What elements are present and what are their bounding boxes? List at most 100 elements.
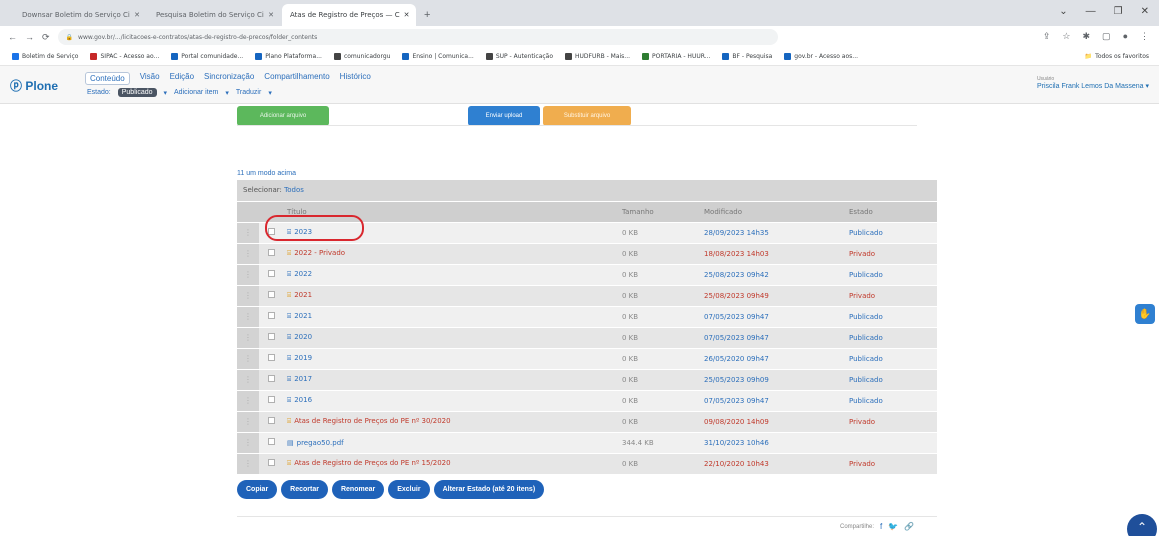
row-checkbox[interactable] [267, 354, 275, 361]
drag-handle-icon[interactable]: ⋮ [237, 390, 259, 412]
plone-menu-item[interactable]: Conteúdo [85, 72, 130, 85]
item-title-link[interactable]: 2016 [294, 396, 312, 404]
bulk-action-button[interactable]: Alterar Estado (até 20 itens) [433, 480, 545, 499]
sidebar-icon[interactable]: ▢ [1102, 31, 1111, 42]
up-one-level-link[interactable]: 11 um modo acima [237, 170, 296, 177]
header-state[interactable]: Estado [845, 201, 937, 223]
facebook-icon[interactable]: f [880, 522, 882, 531]
item-title-link[interactable]: 2022 [294, 270, 312, 278]
table-row[interactable]: ⋮ ⌸ 2020 0 KB 07/05/2023 09h47 Publicado [237, 327, 937, 349]
header-size[interactable]: Tamanho [618, 201, 700, 223]
table-row[interactable]: ⋮ ⌸ 2021 0 KB 07/05/2023 09h47 Publicado [237, 306, 937, 328]
star-icon[interactable]: ☆ [1062, 31, 1070, 42]
drag-handle-icon[interactable]: ⋮ [237, 411, 259, 433]
all-bookmarks[interactable]: 📁 Todos os favoritos [1085, 53, 1149, 60]
browser-tab[interactable]: Atas de Registro de Preços — C ✕ [282, 4, 416, 26]
bulk-action-button[interactable]: Copiar [237, 480, 278, 499]
drag-handle-icon[interactable]: ⋮ [237, 327, 259, 349]
browser-tab[interactable]: Pesquisa Boletim do Serviço Ci ✕ [148, 4, 282, 26]
profile-icon[interactable]: ● [1123, 31, 1128, 42]
more-menu-icon[interactable]: ⋮ [1140, 31, 1149, 42]
item-title-link[interactable]: 2021 [294, 291, 312, 299]
drag-handle-icon[interactable]: ⋮ [237, 369, 259, 391]
reload-icon[interactable]: ⟳ [42, 32, 50, 43]
item-title-link[interactable]: 2020 [294, 333, 312, 341]
upload-button[interactable]: Enviar upload [468, 106, 540, 126]
bookmark-item[interactable]: HUDFURB - Mais... [565, 53, 630, 60]
extensions-icon[interactable]: ✱ [1083, 31, 1091, 42]
drag-handle-icon[interactable]: ⋮ [237, 222, 259, 244]
drag-handle-icon[interactable]: ⋮ [237, 348, 259, 370]
twitter-icon[interactable]: 🐦 [888, 522, 898, 531]
back-icon[interactable]: ← [8, 32, 17, 42]
close-icon[interactable]: ✕ [404, 11, 410, 19]
row-checkbox[interactable] [267, 291, 275, 298]
bookmark-item[interactable]: PORTARIA - HUUR... [642, 53, 710, 60]
row-checkbox[interactable] [267, 270, 275, 277]
close-icon[interactable]: ✕ [134, 11, 140, 19]
bookmark-item[interactable]: Boletim de Serviço [12, 53, 78, 60]
close-icon[interactable]: ✕ [268, 11, 274, 19]
table-row[interactable]: ⋮ ⌸ 2017 0 KB 25/05/2023 09h09 Publicado [237, 369, 937, 391]
row-checkbox[interactable] [267, 459, 275, 466]
row-checkbox[interactable] [267, 249, 275, 256]
replace-file-button[interactable]: Substituir arquivo [543, 106, 631, 126]
add-item-menu[interactable]: Adicionar item [174, 89, 218, 96]
row-checkbox[interactable] [267, 417, 275, 424]
table-row[interactable]: ⋮ ⌸ 2022 0 KB 25/08/2023 09h42 Publicado [237, 264, 937, 286]
state-dropdown[interactable]: Publicado [117, 88, 157, 97]
row-checkbox[interactable] [267, 333, 275, 340]
plone-menu-item[interactable]: Compartilhamento [264, 72, 329, 85]
table-row[interactable]: ⋮ ⌸ 2019 0 KB 26/05/2020 09h47 Publicado [237, 348, 937, 370]
browser-tab[interactable]: Downsar Boletim do Serviço Ci ✕ [14, 4, 148, 26]
plone-menu-item[interactable]: Edição [170, 72, 194, 85]
bookmark-item[interactable]: SIPAC - Acesso ao... [90, 53, 159, 60]
bookmark-item[interactable]: gov.br - Acesso aos... [784, 53, 858, 60]
plone-menu-item[interactable]: Sincronização [204, 72, 254, 85]
drag-handle-icon[interactable]: ⋮ [237, 264, 259, 286]
bookmark-item[interactable]: Ensino | Comunica... [402, 53, 474, 60]
drag-handle-icon[interactable]: ⋮ [237, 453, 259, 475]
bookmark-item[interactable]: comunicadorgu [333, 53, 390, 60]
item-title-link[interactable]: 2021 [294, 312, 312, 320]
user-menu[interactable]: Usuário Priscila Frank Lemos Da Massena … [1037, 76, 1149, 90]
row-checkbox[interactable] [267, 375, 275, 382]
bulk-action-button[interactable]: Recortar [281, 480, 328, 499]
plone-menu-item[interactable]: Histórico [340, 72, 371, 85]
plone-menu-item[interactable]: Visão [140, 72, 160, 85]
row-checkbox[interactable] [267, 312, 275, 319]
item-title-link[interactable]: 2017 [294, 375, 312, 383]
link-icon[interactable]: 🔗 [904, 522, 914, 531]
item-title-link[interactable]: Atas de Registro de Preços do PE nº 15/2… [294, 459, 450, 467]
row-checkbox[interactable] [267, 438, 275, 445]
window-control-icon[interactable]: ✕ [1141, 6, 1149, 17]
share-page-icon[interactable]: ⇪ [1043, 31, 1051, 42]
add-file-button[interactable]: Adicionar arquivo [237, 106, 329, 126]
item-title-link[interactable]: Atas de Registro de Preços do PE nº 30/2… [294, 417, 450, 425]
scroll-to-top-button[interactable]: ⌃ [1127, 514, 1157, 536]
url-field[interactable]: 🔒 www.gov.br/.../licitacoes-e-contratos/… [57, 29, 778, 45]
bookmark-item[interactable]: BF - Pesquisa [722, 53, 772, 60]
bookmark-item[interactable]: Portal comunidade... [171, 53, 243, 60]
table-row[interactable]: ⋮ ⌸ 2016 0 KB 07/05/2023 09h47 Publicado [237, 390, 937, 412]
item-title-link[interactable]: 2022 - Privado [294, 249, 345, 257]
bulk-action-button[interactable]: Excluir [388, 480, 430, 499]
header-modified[interactable]: Modificado [700, 201, 845, 223]
table-row[interactable]: ⋮ ⌸ 2022 - Privado 0 KB 18/08/2023 14h03 Priv… [237, 243, 937, 265]
table-row[interactable]: ⋮ ▤ pregao50.pdf 344.4 KB 31/10/2023 10h46 [237, 432, 937, 454]
item-title-link[interactable]: pregao50.pdf [297, 439, 344, 447]
drag-handle-icon[interactable]: ⋮ [237, 306, 259, 328]
window-control-icon[interactable]: ❐ [1114, 6, 1123, 17]
table-row[interactable]: ⋮ ⌸ 2021 0 KB 25/08/2023 09h49 Privado [237, 285, 937, 307]
accessibility-widget-icon[interactable]: ✋ [1135, 304, 1155, 324]
item-title-link[interactable]: 2019 [294, 354, 312, 362]
bookmark-item[interactable]: SUP - Autenticação [485, 53, 553, 60]
drag-handle-icon[interactable]: ⋮ [237, 432, 259, 454]
select-all-link[interactable]: Todos [284, 186, 304, 194]
new-tab-button[interactable]: + [416, 9, 438, 26]
window-control-icon[interactable]: — [1086, 6, 1096, 17]
translate-menu[interactable]: Traduzir [236, 89, 261, 96]
window-control-icon[interactable]: ⌄ [1059, 6, 1067, 17]
table-row[interactable]: ⋮ ⌸ Atas de Registro de Preços do PE nº 30… [237, 411, 937, 433]
plone-logo[interactable]: ⓟ Plone [10, 77, 58, 94]
